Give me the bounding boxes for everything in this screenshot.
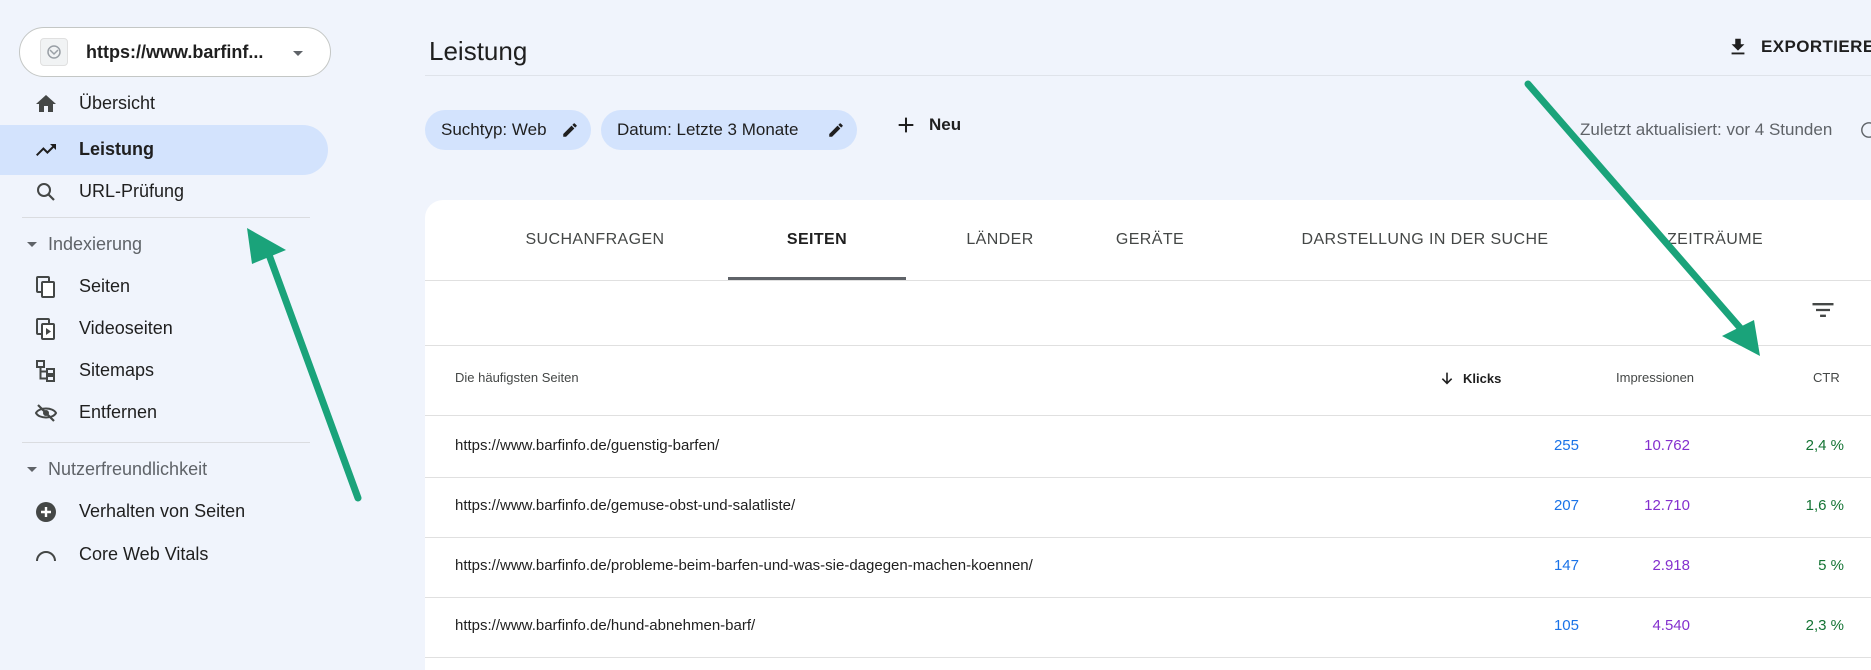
row-url: https://www.barfinfo.de/guenstig-barfen/ [455,437,720,454]
sidebar-item-entfernen[interactable]: Entfernen [0,388,328,438]
sidebar-divider [22,442,310,443]
sidebar-item-label: Entfernen [79,402,158,422]
gauge-icon [34,543,58,567]
eye-off-icon [34,401,58,425]
column-header-ctr[interactable]: CTR [1813,370,1840,385]
column-header-impressions[interactable]: Impressionen [1616,370,1694,385]
section-caret-icon [26,239,38,251]
tab-label: ZEITRÄUME [1666,231,1764,248]
row-ctr: 1,6 % [1805,497,1844,514]
sidebar: https://www.barfinf... Übersicht Leistun… [0,0,331,659]
tab-darstellung-in-der-suche[interactable]: DARSTELLUNG IN DER SUCHE [1275,200,1575,280]
plus-circle-icon [34,500,58,524]
property-selector[interactable]: https://www.barfinf... [19,27,331,77]
sidebar-item-label: Übersicht [79,93,156,113]
row-impressions: 4.540 [1652,617,1690,634]
row-url: https://www.barfinfo.de/gemuse-obst-und-… [455,497,796,514]
sidebar-item-label: URL-Prüfung [79,181,185,201]
row-impressions: 2.918 [1652,557,1690,574]
row-impressions: 10.762 [1644,437,1690,454]
tab-label: SEITEN [786,231,848,248]
tab-laender[interactable]: LÄNDER [925,200,1075,280]
caret-down-icon [288,43,308,63]
section-label: Indexierung [48,234,143,254]
row-divider [425,657,1871,658]
property-url: https://www.barfinf... [86,42,264,62]
pages-icon [34,275,58,299]
edit-pencil-icon [561,121,579,139]
row-clicks: 105 [1553,617,1579,634]
column-header-clicks-label: Klicks [1463,370,1502,386]
page-title: Leistung [429,36,528,66]
export-button[interactable]: EXPORTIEREN [1727,36,1871,58]
row-ctr: 2,4 % [1805,437,1844,454]
add-filter-label: Neu [929,115,962,134]
sidebar-item-label: Core Web Vitals [79,544,209,564]
tab-label: GERÄTE [1115,231,1185,248]
add-filter-button[interactable]: Neu [895,114,961,136]
tab-label: LÄNDER [966,231,1034,248]
header-divider [425,75,1871,76]
sidebar-divider [22,217,310,218]
filter-chip-search-type[interactable]: Suchtyp: Web [425,110,591,150]
trending-up-icon [34,138,58,162]
sidebar-item-core-web-vitals[interactable]: Core Web Vitals [0,530,328,580]
sitemap-icon [34,359,58,383]
tab-seiten[interactable]: SEITEN [728,200,906,280]
row-clicks: 207 [1553,497,1579,514]
filter-rows-icon[interactable] [1809,296,1837,324]
table-row[interactable]: https://www.barfinfo.de/probleme-beim-ba… [425,537,1871,597]
video-pages-icon [34,317,58,341]
table-row[interactable]: https://www.barfinfo.de/hund-abnehmen-ba… [425,597,1871,657]
sidebar-item-label: Sitemaps [79,360,155,380]
tab-zeitraeume[interactable]: ZEITRÄUME [1635,200,1795,280]
section-caret-icon [26,464,38,476]
row-ctr: 5 % [1818,557,1844,574]
download-icon [1727,36,1749,58]
row-clicks: 147 [1553,557,1579,574]
last-updated-text: Zuletzt aktualisiert: vor 4 Stunden [1580,120,1833,139]
tab-suchanfragen[interactable]: SUCHANFRAGEN [495,200,695,280]
sidebar-item-label: Seiten [79,276,131,296]
edit-pencil-icon [827,121,845,139]
search-icon [34,180,58,204]
sidebar-item-label: Videoseiten [79,318,173,338]
export-label: EXPORTIEREN [1761,37,1871,56]
row-clicks: 255 [1553,437,1579,454]
row-ctr: 2,3 % [1805,617,1844,634]
toolbar-divider [425,345,1871,346]
sidebar-item-url-pruefung[interactable]: URL-Prüfung [0,167,328,217]
table-row[interactable]: https://www.barfinfo.de/guenstig-barfen/… [425,417,1871,477]
chip-label: Datum: Letzte 3 Monate [617,120,799,139]
plus-icon [895,114,917,136]
header-row-divider [425,415,1871,416]
site-favicon-icon [40,38,68,66]
section-label: Nutzerfreundlichkeit [48,459,208,479]
row-url: https://www.barfinfo.de/hund-abnehmen-ba… [455,617,756,634]
column-header-pages: Die häufigsten Seiten [455,370,579,385]
table-row[interactable]: https://www.barfinfo.de/gemuse-obst-und-… [425,477,1871,537]
home-icon [34,92,58,116]
filter-chip-date[interactable]: Datum: Letzte 3 Monate [601,110,857,150]
section-nutzerfreundlichkeit[interactable]: Nutzerfreundlichkeit [0,450,328,490]
sidebar-item-label: Verhalten von Seiten [79,501,246,521]
row-url: https://www.barfinfo.de/probleme-beim-ba… [455,557,1033,574]
column-header-clicks[interactable]: Klicks [1439,370,1501,386]
tabs-divider [425,280,1871,281]
info-icon[interactable] [1860,121,1871,139]
section-indexierung[interactable]: Indexierung [0,225,328,265]
sidebar-item-uebersicht[interactable]: Übersicht [0,79,328,129]
row-impressions: 12.710 [1644,497,1690,514]
sidebar-item-label: Leistung [79,139,154,159]
tab-geraete[interactable]: GERÄTE [1077,200,1223,280]
sort-arrow-down-icon [1439,370,1455,386]
chip-label: Suchtyp: Web [441,120,547,139]
tab-label: SUCHANFRAGEN [525,231,665,248]
tab-label: DARSTELLUNG IN DER SUCHE [1301,231,1549,248]
